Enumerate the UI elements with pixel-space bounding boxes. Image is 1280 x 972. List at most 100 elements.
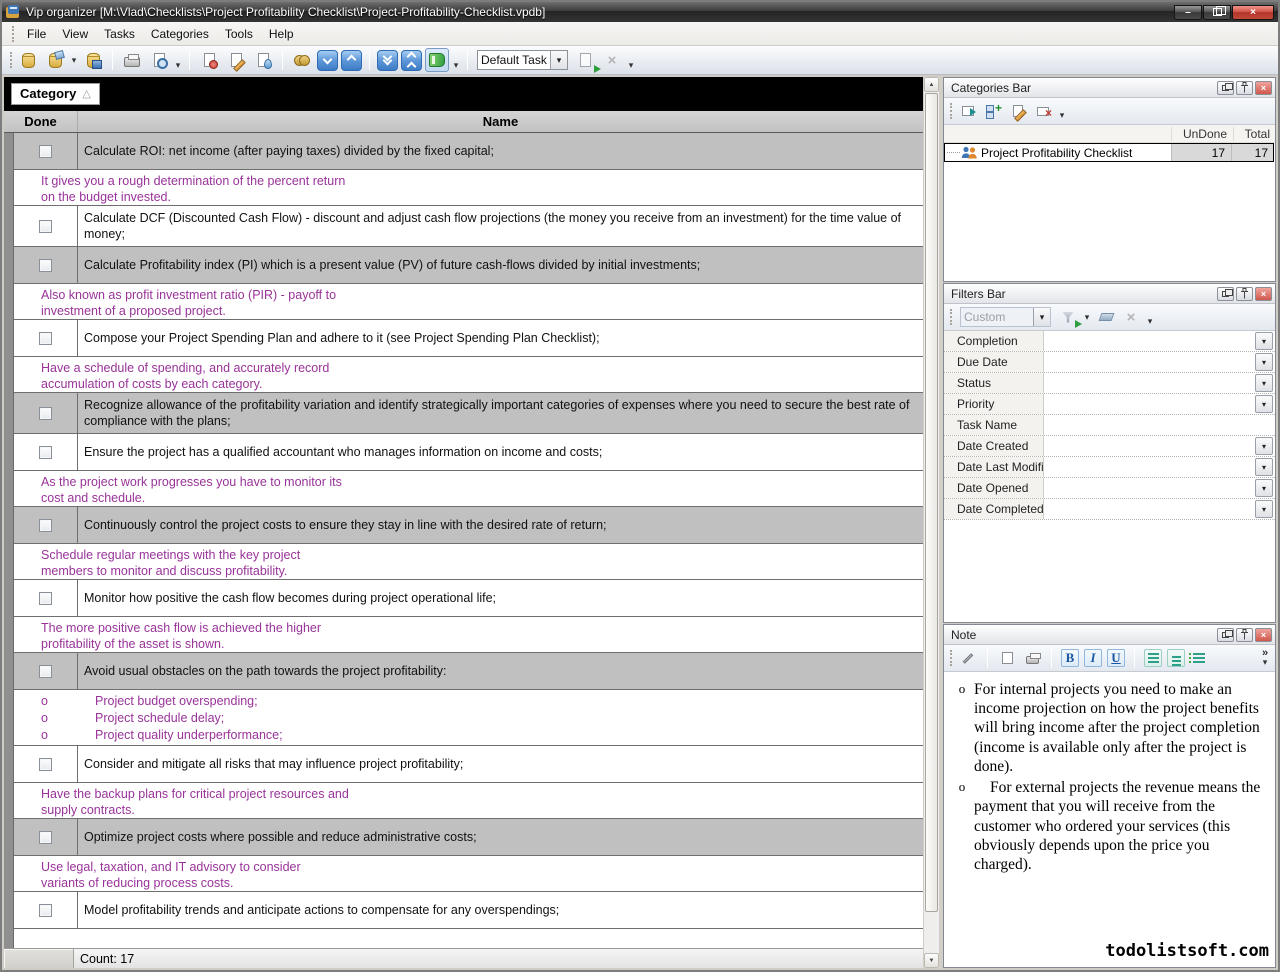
note-preview-button[interactable] <box>997 648 1017 668</box>
task-row[interactable]: Avoid usual obstacles on the path toward… <box>14 653 923 690</box>
scroll-up-button[interactable]: ▲ <box>924 77 939 92</box>
new-category-button[interactable] <box>983 101 1003 121</box>
filters-toolbar-overflow-icon[interactable]: ▾ <box>1146 316 1154 327</box>
category-sort-button[interactable]: Category △ <box>11 83 100 105</box>
menu-item-tasks[interactable]: Tasks <box>96 23 143 45</box>
menu-item-file[interactable]: File <box>19 23 54 45</box>
move-down-button[interactable] <box>317 50 338 71</box>
filter-dropdown-button[interactable]: ▾ <box>1255 395 1273 413</box>
task-checkbox[interactable] <box>39 145 52 158</box>
note-print-button[interactable] <box>1022 648 1042 668</box>
task-checkbox[interactable] <box>39 831 52 844</box>
delete-category-button[interactable] <box>1033 101 1053 121</box>
scrollbar-thumb[interactable] <box>925 93 938 912</box>
filter-dropdown-button[interactable]: ▾ <box>1255 458 1273 476</box>
save-database-button[interactable] <box>81 48 105 72</box>
task-row[interactable]: Monitor how positive the cash flow becom… <box>14 580 923 617</box>
task-checkbox[interactable] <box>39 904 52 917</box>
task-row[interactable]: Calculate DCF (Discounted Cash Flow) - d… <box>14 206 923 247</box>
task-checkbox[interactable] <box>39 220 52 233</box>
task-checkbox[interactable] <box>39 259 52 272</box>
open-dropdown-icon[interactable]: ▾ <box>70 55 78 66</box>
menu-item-categories[interactable]: Categories <box>143 23 217 45</box>
print-button[interactable] <box>120 48 144 72</box>
panel-restore-button[interactable] <box>1217 81 1234 95</box>
bold-button[interactable]: B <box>1061 649 1079 667</box>
move-to-bottom-button[interactable] <box>377 50 398 71</box>
toolbar-overflow-icon[interactable]: ▾ <box>627 60 635 71</box>
menu-item-help[interactable]: Help <box>261 23 302 45</box>
paste-task-button[interactable] <box>251 48 275 72</box>
task-type-combobox[interactable]: Default Task ▾ <box>477 50 568 70</box>
category-row[interactable]: Project Profitability Checklist 17 17 <box>944 143 1274 162</box>
panel-close-button[interactable]: × <box>1255 628 1272 642</box>
align-left-button[interactable] <box>1144 649 1162 667</box>
task-row[interactable]: Ensure the project has a qualified accou… <box>14 434 923 471</box>
align-right-button[interactable] <box>1167 649 1185 667</box>
italic-button[interactable]: I <box>1084 649 1102 667</box>
filter-dropdown-button[interactable]: ▾ <box>1255 374 1273 392</box>
apply-task-type-button[interactable] <box>573 48 597 72</box>
edit-task-button[interactable] <box>224 48 248 72</box>
task-checkbox[interactable] <box>39 519 52 532</box>
menu-item-tools[interactable]: Tools <box>217 23 261 45</box>
filter-dropdown-button[interactable]: ▾ <box>1255 332 1273 350</box>
bullet-list-button[interactable] <box>1190 649 1208 667</box>
notes-dropdown-icon[interactable]: ▾ <box>452 60 460 71</box>
task-checkbox[interactable] <box>39 665 52 678</box>
column-header-done[interactable]: Done <box>4 111 78 132</box>
task-checkbox[interactable] <box>39 758 52 771</box>
task-checkbox[interactable] <box>39 407 52 420</box>
task-row[interactable]: Consider and mitigate all risks that may… <box>14 746 923 783</box>
filter-dropdown-icon[interactable]: ▾ <box>1083 312 1091 323</box>
new-database-button[interactable] <box>16 48 40 72</box>
underline-button[interactable]: U <box>1107 649 1125 667</box>
note-content[interactable]: o For internal projects you need to make… <box>944 672 1275 967</box>
task-row[interactable]: Calculate Profitability index (PI) which… <box>14 247 923 284</box>
panel-restore-button[interactable] <box>1217 628 1234 642</box>
task-checkbox[interactable] <box>39 592 52 605</box>
column-header-total[interactable]: Total <box>1233 127 1275 141</box>
filter-preset-dropdown-button[interactable]: ▾ <box>1033 308 1050 326</box>
filter-dropdown-button[interactable]: ▾ <box>1255 437 1273 455</box>
panel-close-button[interactable]: × <box>1255 287 1272 301</box>
edit-category-button[interactable] <box>1008 101 1028 121</box>
task-row[interactable]: Optimize project costs where possible an… <box>14 819 923 856</box>
filter-dropdown-button[interactable]: ▾ <box>1255 479 1273 497</box>
task-type-dropdown-button[interactable]: ▾ <box>550 51 567 69</box>
task-row[interactable]: Continuously control the project costs t… <box>14 507 923 544</box>
delete-task-type-button[interactable]: × <box>600 48 624 72</box>
panel-restore-button[interactable] <box>1217 287 1234 301</box>
task-checkbox[interactable] <box>39 446 52 459</box>
scroll-down-button[interactable]: ▼ <box>924 953 939 968</box>
minimize-button[interactable]: – <box>1174 5 1202 20</box>
filter-preset-combobox[interactable]: Custom ▾ <box>960 307 1051 327</box>
categories-toolbar-overflow-icon[interactable]: ▾ <box>1058 110 1066 121</box>
filter-dropdown-button[interactable]: ▾ <box>1255 353 1273 371</box>
task-row[interactable]: Model profitability trends and anticipat… <box>14 892 923 929</box>
panel-pin-button[interactable] <box>1236 81 1253 95</box>
print-preview-button[interactable] <box>147 48 171 72</box>
restore-button[interactable] <box>1203 5 1231 20</box>
close-button[interactable]: × <box>1232 5 1274 20</box>
apply-filter-button[interactable] <box>1058 307 1078 327</box>
open-database-button[interactable] <box>43 48 67 72</box>
delete-filter-button[interactable]: × <box>1121 307 1141 327</box>
new-checklist-button[interactable] <box>958 101 978 121</box>
note-toolbar-overflow-icon[interactable]: ▾ <box>1261 658 1269 667</box>
task-checkbox[interactable] <box>39 332 52 345</box>
notes-view-button[interactable] <box>425 48 449 72</box>
move-to-top-button[interactable] <box>401 50 422 71</box>
move-up-button[interactable] <box>341 50 362 71</box>
find-task-button[interactable] <box>290 48 314 72</box>
panel-pin-button[interactable] <box>1236 287 1253 301</box>
menu-item-view[interactable]: View <box>54 23 96 45</box>
task-row[interactable]: Recognize allowance of the profitability… <box>14 393 923 434</box>
panel-pin-button[interactable] <box>1236 628 1253 642</box>
panel-close-button[interactable]: × <box>1255 81 1272 95</box>
vertical-scrollbar[interactable]: ▲ ▼ <box>923 77 939 968</box>
clear-filter-button[interactable] <box>1096 307 1116 327</box>
task-row[interactable]: Calculate ROI: net income (after paying … <box>14 133 923 170</box>
column-header-undone[interactable]: UnDone <box>1171 127 1233 141</box>
task-row[interactable]: Compose your Project Spending Plan and a… <box>14 320 923 357</box>
